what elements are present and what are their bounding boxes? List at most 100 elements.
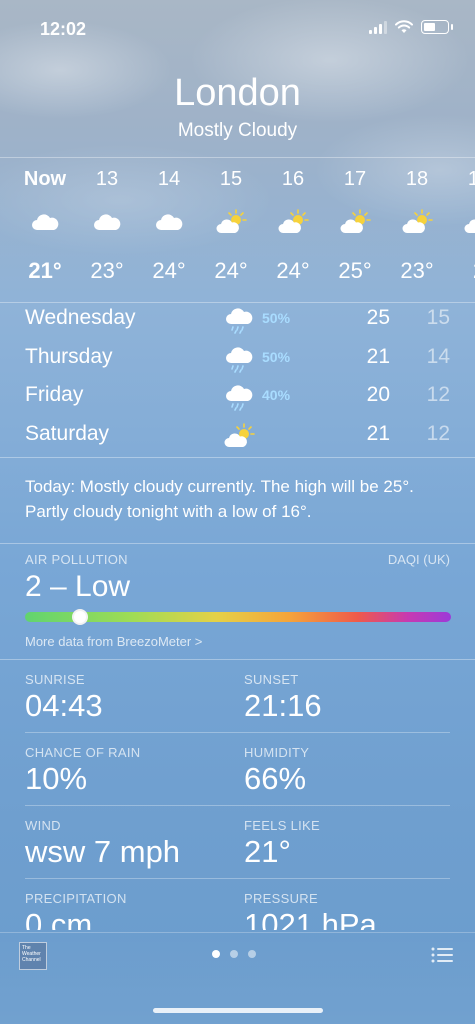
high-temperature: 21 <box>366 421 390 445</box>
rain-cloud-icon <box>222 345 256 373</box>
detail-pressure: PRESSURE 1021 hPa <box>244 891 444 930</box>
divider <box>25 805 450 806</box>
hour-label: 18 <box>405 168 429 190</box>
detail-label: FEELS LIKE <box>244 818 320 833</box>
page-dot[interactable] <box>230 950 238 958</box>
day-name: Saturday <box>25 421 110 445</box>
hour-label: Now <box>23 168 67 190</box>
page-dot[interactable] <box>248 950 256 958</box>
partly-cloudy-icon <box>222 422 256 450</box>
detail-label: SUNSET <box>244 672 299 687</box>
breezometer-link[interactable]: More data from BreezoMeter > <box>25 634 202 649</box>
hourly-forecast[interactable]: Now 21° 13 23° 14 24° 15 24° 16 24° 17 25° 18 23° 19 2 <box>0 158 475 303</box>
current-condition: Mostly Cloudy <box>177 120 298 141</box>
daily-row: Friday 40% 20 12 <box>0 379 475 417</box>
precip-chance: 40% <box>262 387 291 403</box>
hour-label: 13 <box>95 168 119 190</box>
detail-chance-of-rain: CHANCE OF RAIN 10% <box>25 745 225 805</box>
detail-sunrise: SUNRISE 04:43 <box>25 672 225 732</box>
hour-temperature: 21° <box>28 258 62 283</box>
detail-label: SUNRISE <box>25 672 85 687</box>
page-indicator[interactable] <box>212 950 256 958</box>
air-pollution-title: AIR POLLUTION <box>25 552 128 567</box>
high-temperature: 21 <box>366 344 390 368</box>
detail-value: 21:16 <box>244 688 322 723</box>
detail-wind: WIND wsw 7 mph <box>25 818 225 878</box>
detail-value: wsw 7 mph <box>25 834 181 869</box>
hour-temperature: 23° <box>90 258 124 283</box>
day-name: Friday <box>25 383 84 406</box>
status-icons <box>369 20 453 34</box>
cloud-icon <box>28 208 62 236</box>
low-temperature: 15 <box>426 306 450 329</box>
high-temperature: 20 <box>366 383 390 406</box>
today-summary: Today: Mostly cloudy currently. The high… <box>25 477 414 521</box>
rain-cloud-icon <box>222 383 256 411</box>
air-quality-index-name: DAQI (UK) <box>387 552 450 567</box>
hour-temperature: 25° <box>338 258 372 283</box>
hour-label: 16 <box>281 168 305 190</box>
page-dot[interactable] <box>212 950 220 958</box>
hour-label: 15 <box>219 168 243 190</box>
weather-channel-logo[interactable]: The Weather Channel <box>19 942 47 970</box>
home-indicator[interactable] <box>153 1008 323 1013</box>
precip-chance: 50% <box>262 310 291 326</box>
hour-temperature: 24° <box>152 258 186 283</box>
low-temperature: 14 <box>426 344 450 368</box>
detail-value: 0 cm <box>25 907 93 930</box>
cloud-icon <box>152 208 186 236</box>
air-quality-value: 2 – Low <box>25 570 131 603</box>
detail-sunset: SUNSET 21:16 <box>244 672 444 732</box>
daily-row: Wednesday 50% 25 15 <box>0 302 475 340</box>
detail-value: 21° <box>244 834 291 869</box>
day-name: Thursday <box>25 344 113 368</box>
detail-label: HUMIDITY <box>244 745 310 760</box>
detail-label: WIND <box>25 818 61 833</box>
battery-icon <box>421 20 453 34</box>
divider <box>0 543 475 544</box>
status-time: 12:02 <box>40 19 87 39</box>
detail-value: 66% <box>244 761 307 796</box>
day-name: Wednesday <box>25 306 136 329</box>
low-temperature: 12 <box>426 421 450 445</box>
hour-label: 17 <box>343 168 367 190</box>
cloud-icon <box>90 208 124 236</box>
rain-cloud-icon <box>222 306 256 334</box>
partly-cloudy-icon <box>338 208 372 236</box>
wifi-icon <box>395 20 413 33</box>
air-quality-scale-bar <box>25 609 451 625</box>
low-temperature: 12 <box>426 383 450 406</box>
detail-humidity: HUMIDITY 66% <box>244 745 444 805</box>
status-bar: 12:02 <box>0 0 475 58</box>
partly-cloudy-icon <box>400 208 434 236</box>
precip-chance: 50% <box>262 348 291 365</box>
hour-temperature: 24° <box>276 258 310 283</box>
high-temperature: 25 <box>366 306 390 329</box>
city-name: London <box>174 72 301 114</box>
detail-value: 1021 hPa <box>244 907 377 930</box>
daily-row: Saturday 21 12 <box>0 418 475 456</box>
detail-value: 10% <box>25 761 88 796</box>
hour-label: 14 <box>157 168 181 190</box>
divider <box>25 878 450 879</box>
divider <box>25 732 450 733</box>
detail-label: PRESSURE <box>244 891 318 906</box>
divider <box>0 457 475 458</box>
hour-temperature: 23° <box>400 258 434 283</box>
hour-temperature: 2 <box>448 258 475 284</box>
hour-temperature: 24° <box>214 258 248 283</box>
detail-feels-like: FEELS LIKE 21° <box>244 818 444 878</box>
detail-value: 04:43 <box>25 688 103 723</box>
air-quality-level-marker <box>72 609 89 625</box>
partly-cloudy-icon <box>276 208 310 236</box>
hour-label: 19 <box>467 168 475 190</box>
weather-channel-logo-text: The Weather Channel <box>22 945 41 963</box>
detail-label: PRECIPITATION <box>25 891 127 906</box>
details-grid: SUNRISE 04:43 SUNSET 21:16 CHANCE OF RAIN 10%… <box>0 660 475 930</box>
city-list-icon[interactable] <box>431 946 453 964</box>
daily-row: Thursday 50% 21 14 <box>0 341 475 379</box>
partly-cloudy-icon <box>214 208 248 236</box>
detail-label: CHANCE OF RAIN <box>25 745 141 760</box>
partly-cloudy-icon <box>462 208 475 236</box>
cellular-signal-icon <box>369 20 387 34</box>
